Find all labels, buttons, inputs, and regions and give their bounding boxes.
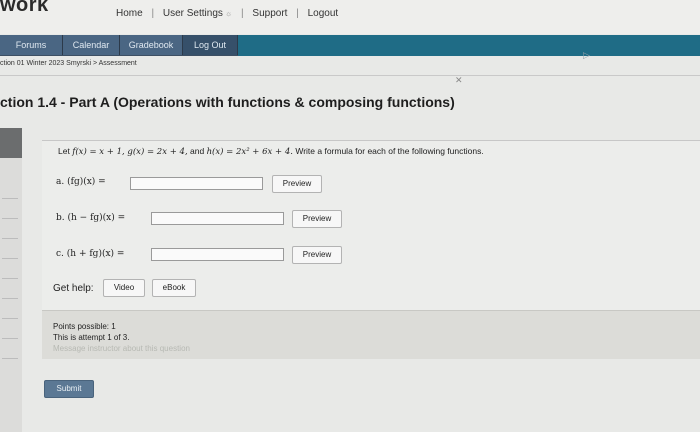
prompt-math-h: h(x) = 2x² + 6x + 4. xyxy=(206,147,293,157)
user-settings-link[interactable]: User Settings xyxy=(163,8,223,19)
nav-separator: | xyxy=(151,8,155,19)
part-letter: c. xyxy=(56,249,64,259)
left-sidebar xyxy=(0,128,22,432)
tab-calendar[interactable]: Calendar xyxy=(63,35,120,55)
attempt-count: This is attempt 1 of 3. xyxy=(53,333,130,342)
divider xyxy=(0,75,700,76)
tab-forums[interactable]: Forums xyxy=(0,35,63,55)
part-letter: b. xyxy=(56,213,65,223)
nav-separator: | xyxy=(241,8,244,19)
submit-button[interactable]: Submit xyxy=(44,380,94,398)
preview-button-a[interactable]: Preview xyxy=(272,175,322,193)
answer-input-c[interactable] xyxy=(151,248,284,261)
video-help-button[interactable]: Video xyxy=(103,279,145,297)
get-help-label: Get help: xyxy=(53,283,94,294)
prompt-prefix: Let xyxy=(58,146,73,156)
prompt-math-fg: f(x) = x + 1, g(x) = 2x + 4, xyxy=(72,147,188,157)
pen-mark-icon: ✕ xyxy=(455,75,463,85)
part-b-label: b. (h − fg)(x) = xyxy=(56,213,125,223)
points-possible: Points possible: 1 xyxy=(53,322,116,331)
prompt-suffix: Write a formula for each of the followin… xyxy=(292,146,484,156)
left-sidebar-header xyxy=(0,128,22,158)
answer-input-b[interactable] xyxy=(151,212,284,225)
logout-link[interactable]: Logout xyxy=(308,8,339,19)
answer-input-a[interactable] xyxy=(130,177,263,190)
ebook-help-button[interactable]: eBook xyxy=(152,279,196,297)
part-letter: a. xyxy=(56,177,65,187)
breadcrumb: ction 01 Winter 2023 Smyrski > Assessmen… xyxy=(0,60,137,67)
preview-button-b[interactable]: Preview xyxy=(292,210,342,228)
nav-separator: | xyxy=(296,8,299,19)
tab-gradebook[interactable]: Gradebook xyxy=(120,35,183,55)
top-header: work Home | User Settings ☼ | Support | L… xyxy=(0,0,700,34)
part-expression: (h + fg)(x) = xyxy=(66,249,125,259)
question-info-panel: Points possible: 1 This is attempt 1 of … xyxy=(42,310,700,359)
part-expression: (fg)(x) = xyxy=(67,177,106,187)
prompt-mid: and xyxy=(187,146,207,156)
mouse-cursor-icon: ▷ xyxy=(583,50,590,60)
part-c-label: c. (h + fg)(x) = xyxy=(56,249,124,259)
top-nav: Home | User Settings ☼ | Support | Logout xyxy=(116,8,338,19)
settings-icon: ☼ xyxy=(224,9,233,18)
home-link[interactable]: Home xyxy=(116,8,143,19)
support-link[interactable]: Support xyxy=(252,8,287,19)
tab-log-out[interactable]: Log Out xyxy=(183,35,238,55)
part-a-label: a. (fg)(x) = xyxy=(56,177,106,187)
page-title: ction 1.4 - Part A (Operations with func… xyxy=(0,94,455,110)
part-expression: (h − fg)(x) = xyxy=(67,213,126,223)
preview-button-c[interactable]: Preview xyxy=(292,246,342,264)
message-instructor-link[interactable]: Message instructor about this question xyxy=(53,344,190,353)
question-prompt: Let f(x) = x + 1, g(x) = 2x + 4, and h(x… xyxy=(58,146,484,157)
tab-bar-fill xyxy=(238,35,700,56)
site-brand: work xyxy=(0,0,49,16)
